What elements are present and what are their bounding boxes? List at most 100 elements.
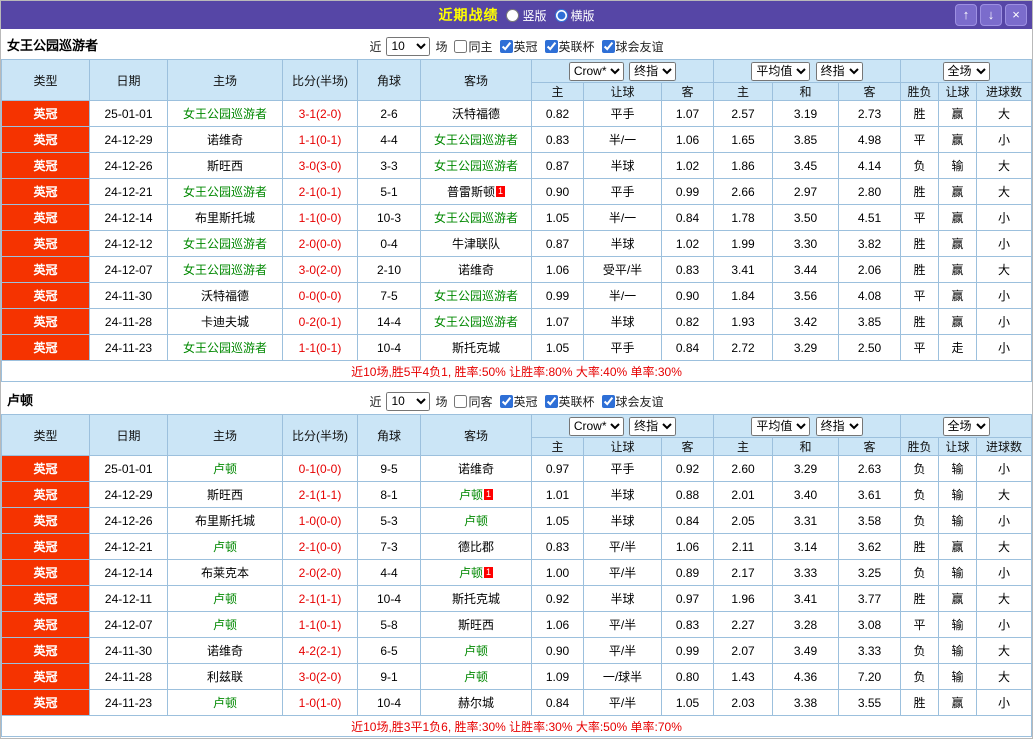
- col-header-corner: 角球: [357, 414, 421, 456]
- sub-header-goals: 进球数: [976, 82, 1032, 101]
- filter-league-championship[interactable]: 英冠: [499, 38, 538, 55]
- bookmaker-select[interactable]: Crow*: [568, 61, 624, 81]
- fulltime-group-header: 全场: [900, 414, 1032, 438]
- avg-draw-odds-cell: 3.31: [772, 507, 839, 534]
- goals-result-cell: 小: [976, 334, 1032, 361]
- horizontal-layout-radio[interactable]: [554, 8, 568, 22]
- club-friendly-checkbox[interactable]: [601, 39, 615, 53]
- result-cell: 平: [900, 126, 940, 153]
- layout-option-horizontal[interactable]: 横版: [554, 7, 595, 24]
- goals-result-cell: 大: [976, 100, 1032, 127]
- same-away-checkbox[interactable]: [454, 394, 468, 408]
- home-team-cell: 卢顿: [167, 455, 283, 482]
- avg-away-odds-cell: 3.33: [837, 637, 902, 664]
- goals-result-cell: 小: [976, 689, 1032, 716]
- handicap-home-odds-cell: 0.83: [531, 533, 584, 560]
- filter-efl-cup[interactable]: 英联杯: [544, 393, 595, 410]
- handicap-away-odds-cell: 0.84: [661, 334, 714, 361]
- bookmaker-select[interactable]: Crow*: [568, 416, 624, 436]
- same-home-checkbox[interactable]: [454, 39, 468, 53]
- filter-label: 英冠: [513, 39, 538, 54]
- fulltime-select[interactable]: 全场: [942, 61, 990, 81]
- avg-away-odds-cell: 7.20: [837, 663, 902, 690]
- avg-draw-odds-cell: 3.45: [772, 152, 839, 179]
- away-team-cell: 女王公园巡游者: [420, 152, 532, 179]
- handicap-home-odds-cell: 0.83: [531, 126, 584, 153]
- match-row: 英冠 24-12-07 女王公园巡游者 3-0(2-0) 2-10 诺维奇 1.06 受平/半…: [1, 256, 1032, 283]
- score-cell: 1-1(0-1): [282, 611, 358, 638]
- result-cell: 负: [900, 152, 940, 179]
- avg-draw-odds-cell: 3.33: [772, 559, 839, 586]
- corner-cell: 10-4: [357, 689, 421, 716]
- match-count-select[interactable]: 10: [386, 36, 431, 56]
- avg-away-odds-cell: 3.08: [837, 611, 902, 638]
- away-team-cell: 沃特福德: [420, 100, 532, 127]
- score-cell: 2-0(2-0): [282, 559, 358, 586]
- avg-home-odds-cell: 2.60: [713, 455, 773, 482]
- handicap-away-odds-cell: 1.02: [661, 230, 714, 257]
- team-filter-bar: 卢顿 近 10 场 同客 英冠 英联杯 球会友谊: [1, 388, 1032, 414]
- handicap-line-cell: 受平/半: [583, 256, 662, 283]
- avg-away-odds-cell: 2.63: [837, 455, 902, 482]
- away-team-cell: 女王公园巡游者: [420, 204, 532, 231]
- final-odds-select-1[interactable]: 终指: [629, 416, 677, 436]
- handicap-home-odds-cell: 1.07: [531, 308, 584, 335]
- home-team-cell: 卢顿: [167, 689, 283, 716]
- match-row: 英冠 24-12-14 布里斯托城 1-1(0-0) 10-3 女王公园巡游者 1.05 半/…: [1, 204, 1032, 231]
- filter-same-home[interactable]: 同主: [454, 38, 493, 55]
- avg-home-odds-cell: 2.05: [713, 507, 773, 534]
- col-header-score: 比分(半场): [282, 414, 358, 456]
- efl-cup-checkbox[interactable]: [544, 394, 558, 408]
- avg-draw-odds-cell: 3.42: [772, 308, 839, 335]
- filter-club-friendly[interactable]: 球会友谊: [601, 393, 664, 410]
- filter-same-away[interactable]: 同客: [454, 393, 493, 410]
- filter-efl-cup[interactable]: 英联杯: [544, 38, 595, 55]
- handicap-line-cell: 平/半: [583, 689, 662, 716]
- handicap-result-cell: 赢: [938, 256, 978, 283]
- efl-cup-checkbox[interactable]: [544, 39, 558, 53]
- score-cell: 2-1(0-0): [282, 533, 358, 560]
- layout-option-vertical[interactable]: 竖版: [506, 7, 547, 24]
- average-odds-group-header: 平均值 终指: [712, 414, 902, 438]
- near-label: 近: [369, 39, 382, 54]
- handicap-result-cell: 赢: [938, 100, 978, 127]
- club-friendly-checkbox[interactable]: [601, 394, 615, 408]
- vertical-layout-radio[interactable]: [506, 8, 520, 22]
- average-odds-group-header: 平均值 终指: [712, 59, 902, 83]
- championship-checkbox[interactable]: [499, 39, 513, 53]
- average-odds-select[interactable]: 平均值: [751, 416, 811, 436]
- home-team-cell: 女王公园巡游者: [167, 334, 283, 361]
- move-down-button[interactable]: ↓: [980, 4, 1002, 26]
- handicap-away-odds-cell: 0.92: [661, 455, 714, 482]
- final-odds-select-1[interactable]: 终指: [629, 61, 677, 81]
- corner-cell: 9-1: [357, 663, 421, 690]
- score-cell: 0-0(0-0): [282, 282, 358, 309]
- result-cell: 胜: [900, 308, 940, 335]
- close-button[interactable]: ×: [1005, 4, 1027, 26]
- away-team-cell: 诺维奇: [420, 455, 532, 482]
- final-odds-select-2[interactable]: 终指: [815, 61, 863, 81]
- up-arrow-icon: ↑: [962, 7, 970, 22]
- handicap-line-cell: 平/半: [583, 611, 662, 638]
- final-odds-select-2[interactable]: 终指: [815, 416, 863, 436]
- avg-home-odds-cell: 1.99: [713, 230, 773, 257]
- sub-header-goals: 进球数: [976, 437, 1032, 456]
- filter-club-friendly[interactable]: 球会友谊: [601, 38, 664, 55]
- filter-league-championship[interactable]: 英冠: [499, 393, 538, 410]
- match-count-select[interactable]: 10: [386, 391, 431, 411]
- fulltime-select[interactable]: 全场: [942, 416, 990, 436]
- avg-draw-odds-cell: 3.19: [772, 100, 839, 127]
- championship-checkbox[interactable]: [499, 394, 513, 408]
- panel-title: 近期战绩: [438, 7, 499, 23]
- sub-header-result: 胜负: [900, 82, 940, 101]
- average-odds-select[interactable]: 平均值: [751, 61, 811, 81]
- move-up-button[interactable]: ↑: [955, 4, 977, 26]
- corner-cell: 6-5: [357, 637, 421, 664]
- league-type-cell: 英冠: [1, 455, 90, 482]
- avg-home-odds-cell: 2.17: [713, 559, 773, 586]
- games-label: 场: [435, 394, 448, 409]
- avg-away-odds-cell: 3.62: [837, 533, 902, 560]
- goals-result-cell: 小: [976, 559, 1032, 586]
- score-cell: 1-0(1-0): [282, 689, 358, 716]
- home-team-cell: 卢顿: [167, 533, 283, 560]
